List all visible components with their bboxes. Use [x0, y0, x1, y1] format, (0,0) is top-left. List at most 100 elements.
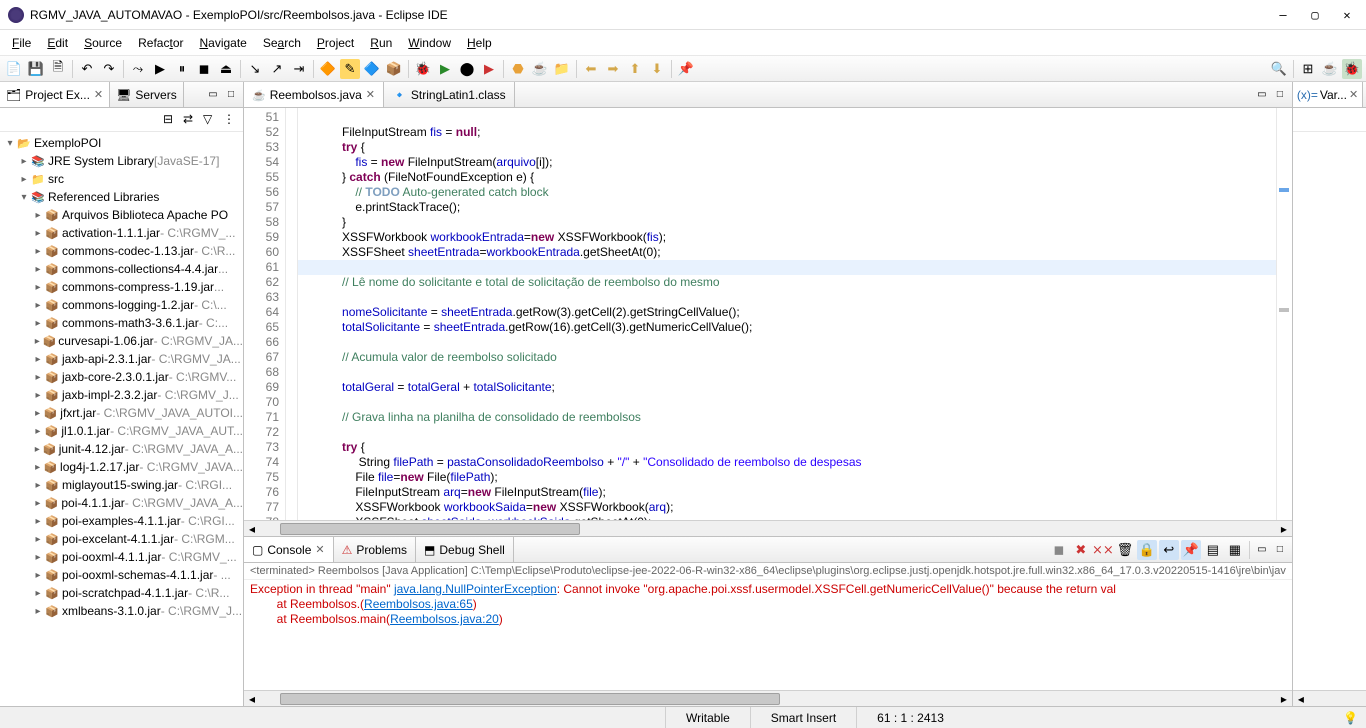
tab-debug-shell[interactable]: ⬒ Debug Shell	[416, 537, 514, 562]
tree-node[interactable]: ▸activation-1.1.1.jar - C:\RGMV_...	[0, 224, 243, 242]
step-over-icon[interactable]: ⤳	[128, 59, 148, 79]
tab-servers[interactable]: 🖥 Servers	[110, 82, 184, 107]
next-annotation-icon[interactable]: ⬇	[647, 59, 667, 79]
scrollbar-thumb[interactable]	[280, 693, 780, 705]
step-return-icon[interactable]: ⇥	[289, 59, 309, 79]
link-editor-icon[interactable]: ⇄	[183, 112, 199, 128]
editor-tab-stringlatin1[interactable]: 🔹 StringLatin1.class	[384, 82, 515, 107]
right-h-scrollbar[interactable]: ◂ ▸	[1293, 690, 1366, 706]
tree-node[interactable]: ▸poi-4.1.1.jar - C:\RGMV_JAVA_A...	[0, 494, 243, 512]
word-wrap-icon[interactable]: ↩	[1159, 540, 1179, 560]
close-icon[interactable]: ✕	[315, 543, 324, 556]
package-icon[interactable]: 📦	[384, 59, 404, 79]
debug-perspective-icon[interactable]: 🐞	[1342, 59, 1362, 79]
console-h-scrollbar[interactable]: ◂ ▸	[244, 690, 1292, 706]
code-editor[interactable]: FileInputStream fis = null; try { fis = …	[298, 108, 1276, 520]
editor-h-scrollbar[interactable]: ◂ ▸	[244, 520, 1292, 536]
step-into-icon[interactable]: ↘	[245, 59, 265, 79]
step-out-icon[interactable]: ↗	[267, 59, 287, 79]
editor-tab-reembolsos[interactable]: Reembolsos.java ✕	[244, 82, 384, 107]
tree-node[interactable]: ▸JRE System Library [JavaSE-17]	[0, 152, 243, 170]
pin-console-icon[interactable]: 📌	[1181, 540, 1201, 560]
tab-problems[interactable]: ⚠ Problems	[334, 537, 416, 562]
terminate-icon[interactable]: ◼	[1049, 540, 1069, 560]
remove-all-icon[interactable]: ⨯⨯	[1093, 540, 1113, 560]
tree-node[interactable]: ▸poi-excelant-4.1.1.jar - C:\RGM...	[0, 530, 243, 548]
console-output[interactable]: Exception in thread "main" java.lang.Nul…	[244, 580, 1292, 690]
menu-navigate[interactable]: Navigate	[191, 32, 254, 54]
tip-icon[interactable]: 💡	[1343, 711, 1366, 725]
tree-node[interactable]: ▸log4j-1.2.17.jar - C:\RGMV_JAVA...	[0, 458, 243, 476]
menu-window[interactable]: Window	[400, 32, 459, 54]
scroll-lock-icon[interactable]: 🔒	[1137, 540, 1157, 560]
variables-view-body[interactable]	[1293, 132, 1366, 690]
folding-column[interactable]	[286, 108, 298, 520]
redo-icon[interactable]: ↷	[99, 59, 119, 79]
search-icon[interactable]: 🔍	[1269, 59, 1289, 79]
menu-source[interactable]: Source	[76, 32, 130, 54]
remove-launch-icon[interactable]: ✖	[1071, 540, 1091, 560]
minimize-view-icon[interactable]: ▭	[205, 87, 221, 103]
tab-variables[interactable]: (x)= Var... ✕	[1293, 82, 1363, 107]
line-number-gutter[interactable]: 5152535455565758596061626364656667686970…	[244, 108, 286, 520]
menu-refactor[interactable]: Refactor	[130, 32, 191, 54]
last-edit-icon[interactable]: ⬆	[625, 59, 645, 79]
pin-editor-icon[interactable]: 📌	[676, 59, 696, 79]
tree-node[interactable]: ▸commons-collections4-4.4.jar...	[0, 260, 243, 278]
disconnect-icon[interactable]: ⏏	[216, 59, 236, 79]
maximize-editor-icon[interactable]: □	[1272, 87, 1288, 103]
menu-run[interactable]: Run	[362, 32, 400, 54]
tree-node[interactable]: ▸poi-ooxml-schemas-4.1.1.jar - ...	[0, 566, 243, 584]
minimize-button[interactable]: —	[1276, 8, 1290, 22]
open-type-icon[interactable]: 🔶	[318, 59, 338, 79]
new-package-icon[interactable]: 📁	[552, 59, 572, 79]
run-icon[interactable]: ▶	[435, 59, 455, 79]
overview-ruler[interactable]	[1276, 108, 1292, 520]
minimize-editor-icon[interactable]: ▭	[1254, 87, 1270, 103]
tree-node[interactable]: ▸junit-4.12.jar - C:\RGMV_JAVA_A...	[0, 440, 243, 458]
menu-file[interactable]: File	[4, 32, 39, 54]
save-all-icon[interactable]: 🗎	[48, 59, 68, 79]
close-icon[interactable]: ✕	[94, 88, 103, 101]
tree-node[interactable]: ▸commons-codec-1.13.jar - C:\R...	[0, 242, 243, 260]
tree-node[interactable]: ▸src	[0, 170, 243, 188]
maximize-button[interactable]: ▢	[1308, 8, 1322, 22]
new-server-icon[interactable]: ⬣	[508, 59, 528, 79]
menu-search[interactable]: Search	[255, 32, 309, 54]
save-icon[interactable]: 💾	[26, 59, 46, 79]
tree-node[interactable]: ▸curvesapi-1.06.jar - C:\RGMV_JA...	[0, 332, 243, 350]
close-button[interactable]: ✕	[1340, 8, 1354, 22]
new-java-class-icon[interactable]: ☕	[530, 59, 550, 79]
tree-node[interactable]: ▸jaxb-api-2.3.1.jar - C:\RGMV_JA...	[0, 350, 243, 368]
tree-node[interactable]: ▸commons-math3-3.6.1.jar - C:...	[0, 314, 243, 332]
external-tools-icon[interactable]: ▶	[479, 59, 499, 79]
minimize-console-icon[interactable]: ▭	[1254, 542, 1270, 558]
tree-node[interactable]: ▾ExemploPOI	[0, 134, 243, 152]
close-icon[interactable]: ✕	[366, 88, 375, 101]
filter-icon[interactable]: ▽	[203, 112, 219, 128]
tab-project-explorer[interactable]: 🗂 Project Ex... ✕	[0, 82, 110, 107]
class-icon[interactable]: 🔷	[362, 59, 382, 79]
java-perspective-icon[interactable]: ☕	[1320, 59, 1340, 79]
tree-node[interactable]: ▸poi-examples-4.1.1.jar - C:\RGI...	[0, 512, 243, 530]
tree-node[interactable]: ▸commons-logging-1.2.jar - C:\...	[0, 296, 243, 314]
tree-node[interactable]: ▸miglayout15-swing.jar - C:\RGI...	[0, 476, 243, 494]
back-icon[interactable]: ⬅	[581, 59, 601, 79]
resume-icon[interactable]: ▶	[150, 59, 170, 79]
view-menu-icon[interactable]: ⋮	[223, 112, 239, 128]
tree-node[interactable]: ▸commons-compress-1.19.jar...	[0, 278, 243, 296]
maximize-view-icon[interactable]: □	[223, 87, 239, 103]
menu-project[interactable]: Project	[309, 32, 362, 54]
tree-node[interactable]: ▸Arquivos Biblioteca Apache PO	[0, 206, 243, 224]
project-tree[interactable]: ▾ExemploPOI▸JRE System Library [JavaSE-1…	[0, 132, 243, 706]
tree-node[interactable]: ▸poi-ooxml-4.1.1.jar - C:\RGMV_...	[0, 548, 243, 566]
tree-node[interactable]: ▸jfxrt.jar - C:\RGMV_JAVA_AUTOI...	[0, 404, 243, 422]
clear-console-icon[interactable]: 🗑	[1115, 540, 1135, 560]
pause-icon[interactable]: ⏸	[172, 59, 192, 79]
tree-node[interactable]: ▾Referenced Libraries	[0, 188, 243, 206]
display-selected-icon[interactable]: ▤	[1203, 540, 1223, 560]
tree-node[interactable]: ▸jaxb-core-2.3.0.1.jar - C:\RGMV...	[0, 368, 243, 386]
tree-node[interactable]: ▸jaxb-impl-2.3.2.jar - C:\RGMV_J...	[0, 386, 243, 404]
open-console-icon[interactable]: ▦	[1225, 540, 1245, 560]
maximize-console-icon[interactable]: □	[1272, 542, 1288, 558]
